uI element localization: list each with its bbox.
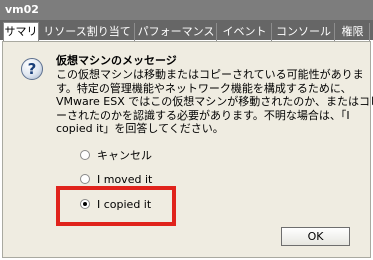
tab-summary[interactable]: サマリ [3,22,39,42]
tab-resource-allocation[interactable]: リソース割り当て [40,23,135,41]
message-line: この仮想マシンは移動またはコピーされている可能性がありま [56,68,364,81]
window-title: vm02 [0,0,373,20]
option-label: I moved it [97,173,153,186]
question-icon: ? [21,58,43,80]
message-line: ーされたのかを認識する必要があります。不明な場合は、「I [56,108,350,122]
option-cancel[interactable]: キャンセル [80,148,152,164]
tab-events[interactable]: イベント [218,23,272,41]
message-line: copied it」を回答してください。 [56,122,224,135]
message-line: す。特定の管理機能やネットワーク機能を構成するために、 [56,81,352,95]
tab-permissions[interactable]: 権限 [336,23,370,41]
tab-console[interactable]: コンソール [273,23,335,41]
option-label: キャンセル [97,149,152,162]
dialog-heading: 仮想マシンのメッセージ [56,54,177,67]
highlight-box [56,186,176,226]
tab-performance[interactable]: パフォーマンス [136,23,217,41]
tab-bar: サマリ リソース割り当て パフォーマンス イベント コンソール 権限 [0,20,373,42]
cancel-radio[interactable] [80,150,90,160]
moved-radio[interactable] [80,174,90,184]
vm-window: vm02 サマリ リソース割り当て パフォーマンス イベント コンソール 権限 … [0,0,373,260]
ok-button[interactable]: OK [281,227,350,246]
message-line: VMware ESX ではこの仮想マシンが移動されたのか、またはコピ [56,95,373,108]
dialog-message: この仮想マシンは移動またはコピーされている可能性がありま す。特定の管理機能やネ… [56,68,373,136]
